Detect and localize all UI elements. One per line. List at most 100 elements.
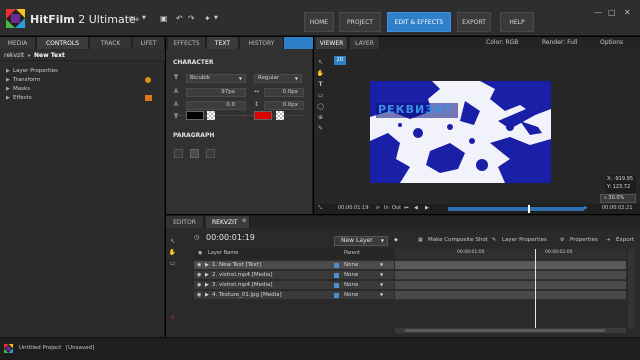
- parent-select[interactable]: None: [344, 262, 358, 269]
- layer-name-header[interactable]: Layer Name: [208, 251, 238, 256]
- align-right-button[interactable]: [206, 149, 215, 158]
- track-clip-1[interactable]: [395, 261, 626, 270]
- align-left-button[interactable]: [174, 149, 183, 158]
- nav-help[interactable]: HELP: [500, 12, 534, 32]
- leading-field[interactable]: 0.0px: [264, 101, 304, 110]
- text-tool-icon[interactable]: T: [316, 81, 325, 90]
- tab-track[interactable]: TRACK: [90, 37, 132, 49]
- layer-row-2[interactable]: ◉ ▶ 2. vistrel.mp4 [Media] None ▼: [194, 271, 394, 280]
- expand-arrow-icon[interactable]: ▶: [205, 263, 209, 268]
- parent-select[interactable]: None: [344, 292, 358, 299]
- time-ruler[interactable]: 00:00:01:00 00:00:02:00: [395, 249, 626, 259]
- snapshot-icon[interactable]: ⤡: [318, 206, 322, 211]
- layer-color-swatch[interactable]: [334, 273, 339, 278]
- save-icon[interactable]: ▣: [160, 15, 168, 23]
- parent-select[interactable]: None: [344, 282, 358, 289]
- tab-layer[interactable]: LAYER: [350, 37, 380, 49]
- effects-icon[interactable]: [145, 95, 152, 101]
- wand-icon[interactable]: ✦: [204, 15, 211, 23]
- gear-icon[interactable]: ⚙: [560, 238, 564, 243]
- nav-export[interactable]: EXPORT: [457, 12, 491, 32]
- make-composite-button[interactable]: Make Composite Shot: [428, 237, 488, 244]
- properties-button[interactable]: Properties: [570, 237, 598, 244]
- tab-history[interactable]: HISTORY: [240, 37, 284, 49]
- export-button[interactable]: Export: [616, 237, 634, 244]
- layer-color-swatch[interactable]: [334, 263, 339, 268]
- timeline-scrollbar[interactable]: [395, 328, 626, 333]
- viewer-playhead[interactable]: [528, 205, 530, 213]
- nav-edit-effects[interactable]: EDIT & EFFECTS: [387, 12, 451, 32]
- scrollbar-thumb[interactable]: [405, 329, 605, 332]
- ellipse-mask-icon[interactable]: ◯: [316, 103, 325, 112]
- baseline-field[interactable]: 0.0: [186, 101, 246, 110]
- make-composite-icon[interactable]: ▦: [418, 238, 423, 243]
- tab-media[interactable]: MEDIA: [0, 37, 36, 49]
- end-marker-icon[interactable]: ▶: [584, 206, 588, 211]
- stroke-color-swatch[interactable]: [254, 111, 272, 120]
- file-menu[interactable]: File: [129, 16, 139, 23]
- mode-2d-badge[interactable]: 2D: [334, 56, 346, 65]
- layer-row-4[interactable]: ◉ ▶ 4. Texture_01.jpg [Media] None ▼: [194, 291, 394, 300]
- expand-arrow-icon[interactable]: ▶: [6, 68, 10, 74]
- tracking-field[interactable]: 0.0px: [264, 88, 304, 97]
- tab-lifetime[interactable]: LIFET: [133, 37, 165, 49]
- magnet-icon[interactable]: ∩: [168, 314, 177, 323]
- timeline-timecode[interactable]: 00:00:01:19: [206, 234, 255, 242]
- select-tool-icon[interactable]: ↖: [168, 238, 177, 247]
- fill-color-swatch[interactable]: [186, 111, 204, 120]
- eye-icon[interactable]: ◉: [197, 263, 201, 268]
- chevron-down-icon[interactable]: ▼: [142, 16, 146, 21]
- parent-header[interactable]: Parent: [344, 251, 360, 256]
- prev-frame-icon[interactable]: ◀: [414, 206, 418, 211]
- tab-viewer[interactable]: VIEWER: [316, 37, 348, 49]
- hand-tool-icon[interactable]: ✋: [316, 70, 325, 79]
- minimize-icon[interactable]: —: [594, 8, 602, 17]
- reset-icon[interactable]: [145, 77, 151, 83]
- zoom-select[interactable]: ⌕ 30.0%: [600, 194, 636, 203]
- slice-tool-icon[interactable]: ▭: [168, 260, 177, 269]
- align-center-button[interactable]: [190, 149, 199, 158]
- tree-item-masks[interactable]: ▶ Masks: [0, 85, 165, 94]
- out-button[interactable]: Out: [392, 206, 401, 211]
- nav-home[interactable]: HOME: [304, 12, 334, 32]
- marker-icon[interactable]: ◆: [394, 238, 398, 243]
- stroke-transparent-swatch[interactable]: [276, 111, 284, 120]
- breadcrumb-comp[interactable]: rekvzit: [4, 53, 24, 59]
- step-back-icon[interactable]: ⏮: [404, 206, 409, 211]
- tab-controls[interactable]: CONTROLS: [37, 37, 89, 49]
- layer-row-3[interactable]: ◉ ▶ 3. vistrel.mp4 [Media] None ▼: [194, 281, 394, 290]
- tree-item-transform[interactable]: ▶ Transform: [0, 76, 165, 85]
- chevron-down-icon[interactable]: ▼: [380, 273, 383, 277]
- track-clip-4[interactable]: [395, 291, 626, 300]
- export-icon[interactable]: ⇥: [606, 238, 610, 243]
- tree-item-effects[interactable]: ▶ Effects: [0, 94, 165, 103]
- chevron-down-icon[interactable]: ▼: [214, 16, 218, 21]
- pen-tool-icon[interactable]: ✎: [316, 125, 325, 134]
- layer-properties-icon[interactable]: ✎: [492, 238, 496, 243]
- eye-icon[interactable]: ◉: [197, 283, 201, 288]
- tab-effects[interactable]: EFFECTS: [168, 37, 206, 49]
- expand-arrow-icon[interactable]: ▶: [205, 293, 209, 298]
- undo-icon[interactable]: ↶: [176, 15, 183, 23]
- canvas-text[interactable]: РЕКВИЗИТ: [378, 104, 453, 115]
- tab-editor[interactable]: EDITOR: [166, 216, 204, 228]
- expand-arrow-icon[interactable]: ▶: [6, 86, 10, 92]
- chevron-down-icon[interactable]: ▼: [380, 293, 383, 297]
- font-size-field[interactable]: 97px: [186, 88, 246, 97]
- timeline-playhead[interactable]: [535, 249, 536, 329]
- expand-arrow-icon[interactable]: ▶: [6, 77, 10, 83]
- close-tab-icon[interactable]: ⊗: [242, 219, 246, 224]
- layer-properties-button[interactable]: Layer Properties: [502, 237, 547, 244]
- options-menu[interactable]: Options: [600, 40, 623, 46]
- eyedropper-icon[interactable]: ⁄: [243, 114, 244, 120]
- track-clip-3[interactable]: [395, 281, 626, 290]
- maximize-icon[interactable]: □: [608, 8, 616, 17]
- viewer-canvas[interactable]: [370, 81, 551, 183]
- hand-tool-icon[interactable]: ✋: [168, 249, 177, 258]
- close-icon[interactable]: ✕: [624, 8, 631, 17]
- rect-mask-icon[interactable]: ▭: [316, 92, 325, 101]
- eye-icon[interactable]: ◉: [197, 273, 201, 278]
- expand-arrow-icon[interactable]: ▶: [6, 95, 10, 101]
- tracker-icon[interactable]: ⊕: [316, 114, 325, 123]
- chevron-down-icon[interactable]: ▼: [380, 263, 383, 267]
